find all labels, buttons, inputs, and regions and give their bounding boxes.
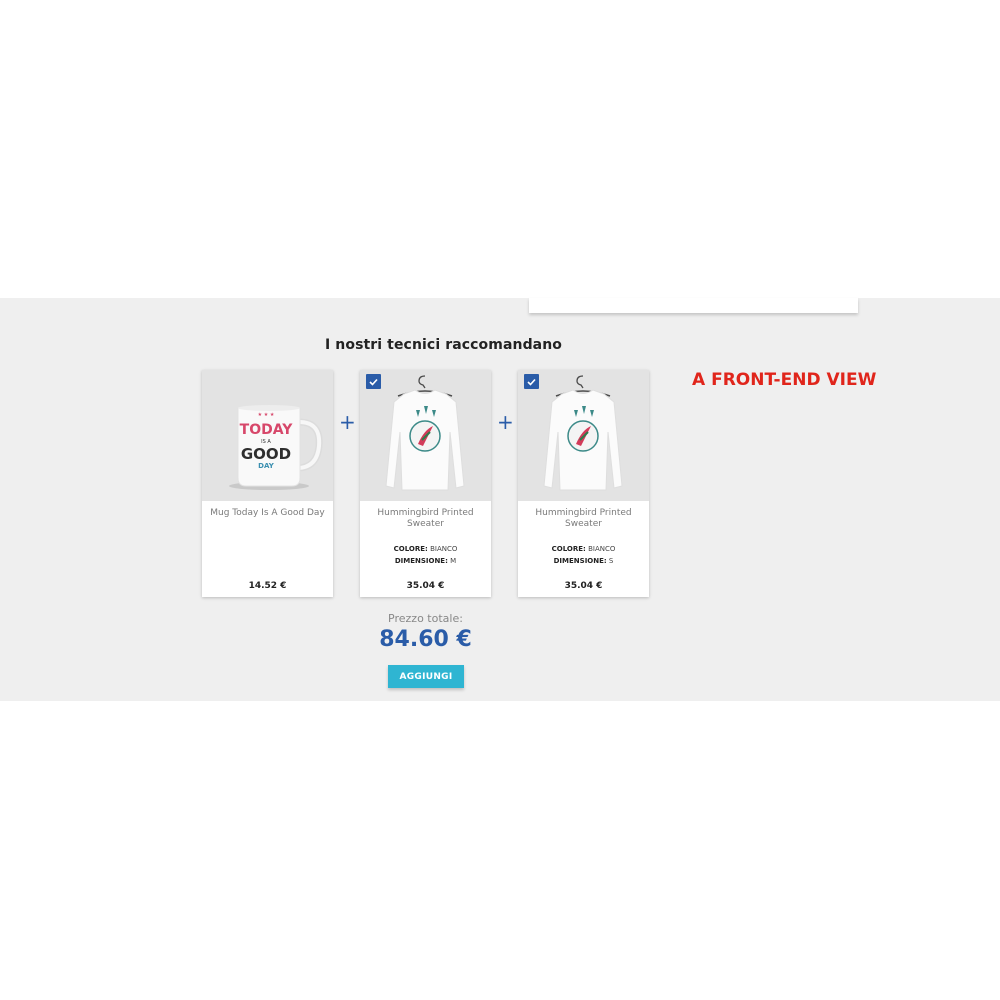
add-to-cart-button[interactable]: AGGIUNGI	[388, 665, 464, 688]
svg-text:★ ★ ★: ★ ★ ★	[258, 412, 275, 418]
recommendation-band	[0, 298, 1000, 701]
product-price: 35.04 €	[564, 581, 603, 591]
product-image-sweater[interactable]	[518, 370, 649, 501]
attribute-value: BIANCO	[588, 545, 616, 553]
product-name[interactable]: Hummingbird Printed Sweater	[524, 508, 643, 530]
attribute-label: DIMENSIONE:	[553, 557, 607, 565]
front-end-view-label: A FRONT-END VIEW	[692, 370, 877, 390]
mug-image: ★ ★ ★ TODAY IS A GOOD DAY	[229, 405, 323, 490]
attribute-label: COLORE:	[551, 545, 586, 553]
checkmark-icon	[369, 378, 378, 386]
checkbox-checked[interactable]	[524, 374, 539, 389]
section-title: I nostri tecnici raccomandano	[325, 337, 563, 353]
mug-text-today: TODAY	[240, 422, 294, 438]
plus-separator: +	[339, 410, 356, 434]
product-card-sweater-m[interactable]: Hummingbird Printed Sweater COLORE: BIAN…	[360, 370, 491, 597]
total-price-value: 84.60 €	[379, 627, 472, 652]
product-image-mug[interactable]: ★ ★ ★ TODAY IS A GOOD DAY	[202, 370, 333, 501]
attribute-color: COLORE: BIANCO	[360, 545, 491, 554]
sweater-image	[543, 375, 623, 491]
attribute-size: DIMENSIONE: S	[518, 557, 649, 566]
product-name[interactable]: Hummingbird Printed Sweater	[366, 508, 485, 530]
previous-section-card	[529, 298, 858, 313]
mug-text-day: DAY	[258, 462, 275, 470]
plus-separator: +	[497, 410, 514, 434]
attribute-size: DIMENSIONE: M	[360, 557, 491, 566]
product-image-sweater[interactable]	[360, 370, 491, 501]
product-card-sweater-s[interactable]: Hummingbird Printed Sweater COLORE: BIAN…	[518, 370, 649, 597]
product-price: 14.52 €	[248, 581, 287, 591]
mug-text-good: GOOD	[241, 445, 291, 463]
product-price: 35.04 €	[406, 581, 445, 591]
attribute-color: COLORE: BIANCO	[518, 545, 649, 554]
checkbox-checked[interactable]	[366, 374, 381, 389]
checkmark-icon	[527, 378, 536, 386]
total-price-label: Prezzo totale:	[388, 612, 463, 625]
attribute-value: S	[608, 557, 614, 565]
product-name[interactable]: Mug Today Is A Good Day	[208, 508, 327, 519]
attribute-value: BIANCO	[430, 545, 458, 553]
attribute-value: M	[450, 557, 457, 565]
sweater-image	[385, 375, 465, 491]
product-card-mug[interactable]: ★ ★ ★ TODAY IS A GOOD DAY Mug Today Is A…	[202, 370, 333, 597]
attribute-label: DIMENSIONE:	[394, 557, 448, 565]
attribute-label: COLORE:	[393, 545, 428, 553]
